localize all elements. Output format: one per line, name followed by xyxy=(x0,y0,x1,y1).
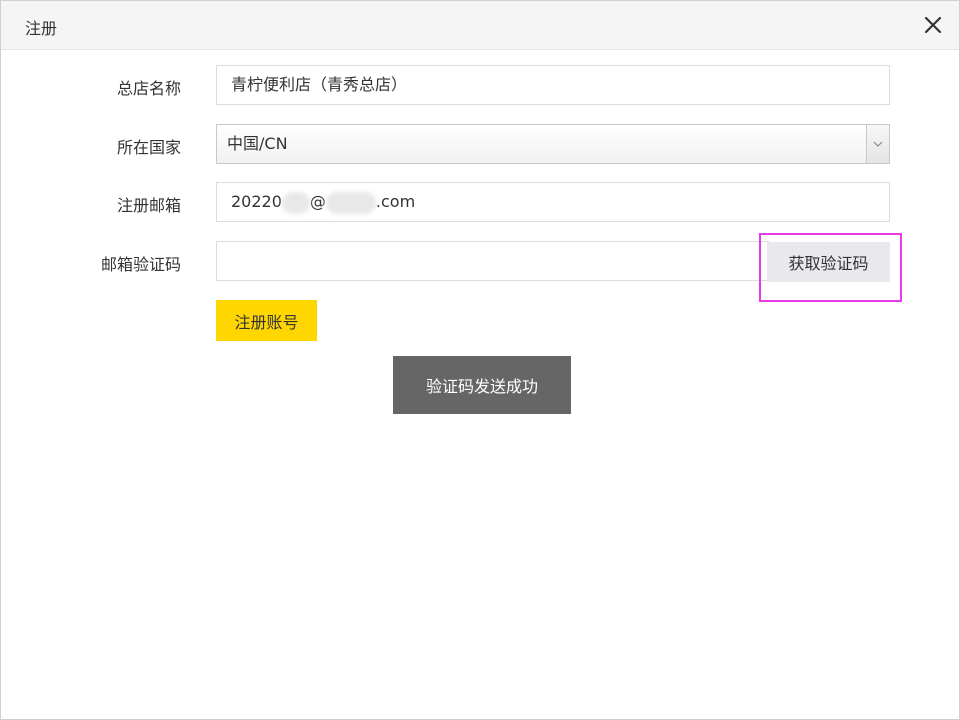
email-at: @ xyxy=(309,192,326,211)
close-button[interactable] xyxy=(919,11,947,39)
email-label: 注册邮箱 xyxy=(116,196,181,215)
country-label: 所在国家 xyxy=(116,138,181,157)
close-icon xyxy=(924,16,942,34)
verify-code-input[interactable] xyxy=(216,241,769,281)
register-button[interactable]: 注册账号 xyxy=(216,300,317,341)
country-selected-value: 中国/CN xyxy=(227,134,288,153)
dialog-titlebar: 注册 xyxy=(1,1,959,50)
register-dialog: 注册 总店名称 青柠便利店（青秀总店） 所在国家 中国/CN 注册邮箱 2022… xyxy=(0,0,960,720)
store-name-input[interactable]: 青柠便利店（青秀总店） xyxy=(216,65,890,105)
get-code-button[interactable]: 获取验证码 xyxy=(767,242,890,282)
email-prefix: 20220 xyxy=(231,192,282,211)
dialog-title: 注册 xyxy=(25,19,58,38)
redaction-blur xyxy=(281,191,310,214)
chevron-down-icon xyxy=(873,141,883,147)
email-suffix: .com xyxy=(375,192,416,211)
toast-message: 验证码发送成功 xyxy=(393,356,571,414)
select-arrow[interactable] xyxy=(866,125,889,163)
country-select[interactable]: 中国/CN xyxy=(216,124,890,164)
store-name-label: 总店名称 xyxy=(116,79,181,98)
email-input[interactable]: 20220 @ .com xyxy=(216,182,890,222)
redaction-blur xyxy=(325,191,376,214)
store-name-value: 青柠便利店（青秀总店） xyxy=(231,75,408,94)
verify-code-label: 邮箱验证码 xyxy=(100,255,181,274)
toast-text: 验证码发送成功 xyxy=(425,377,538,396)
